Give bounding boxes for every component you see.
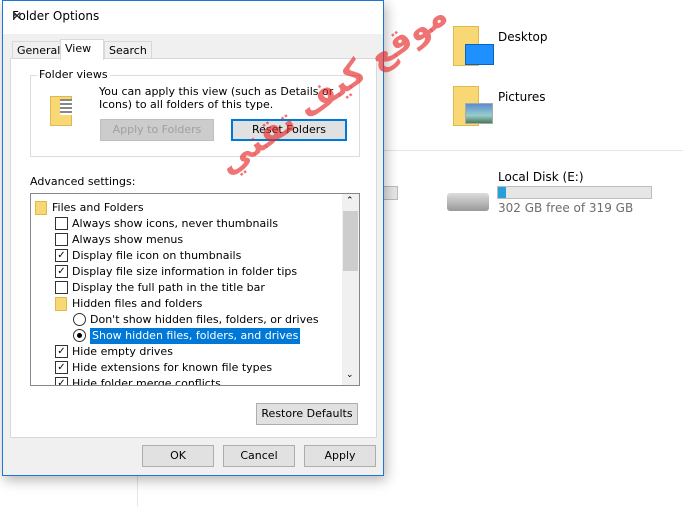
tab-general[interactable]: General: [12, 41, 66, 59]
tab-search[interactable]: Search: [104, 41, 152, 59]
scrollbar[interactable]: ⌃ ⌄: [342, 194, 359, 385]
scroll-up-icon[interactable]: ⌃: [346, 196, 354, 206]
list-item-label: Hide folder merge conflicts: [72, 377, 221, 386]
divider: [383, 150, 683, 151]
checkbox[interactable]: ✓: [55, 345, 68, 358]
checkbox[interactable]: ✓: [55, 361, 68, 374]
folder-views-group: Folder views You can apply this view (su…: [30, 68, 360, 157]
list-item-label: Hidden files and folders: [72, 297, 203, 310]
restore-defaults-button[interactable]: Restore Defaults: [256, 403, 358, 425]
scroll-down-icon[interactable]: ⌄: [346, 370, 354, 380]
checkbox[interactable]: [55, 217, 68, 230]
divider: [137, 474, 138, 506]
drive-status: 302 GB free of 319 GB: [498, 201, 634, 215]
radio-button[interactable]: [73, 313, 86, 326]
checkbox[interactable]: [55, 281, 68, 294]
radio-button[interactable]: [73, 329, 86, 342]
list-item-label: Hide extensions for known file types: [72, 361, 273, 374]
checkbox[interactable]: ✓: [55, 265, 68, 278]
folder-views-icon: [50, 96, 72, 126]
list-item-label: Files and Folders: [52, 201, 144, 214]
folder-options-dialog: Folder Options ✕ General View Search Fold…: [2, 0, 384, 476]
folder-icon: [55, 297, 67, 311]
reset-folders-button[interactable]: Reset Folders: [231, 119, 347, 141]
checkbox[interactable]: ✓: [55, 377, 68, 385]
list-item-label: Hide empty drives: [72, 345, 173, 358]
list-item-label: Don't show hidden files, folders, or dri…: [90, 313, 319, 326]
partial-drive-bar: [383, 186, 398, 200]
list-item-label: Display file size information in folder …: [72, 265, 298, 278]
scrollbar-thumb[interactable]: [343, 211, 358, 271]
pictures-folder-icon[interactable]: [453, 86, 493, 126]
tab-view[interactable]: View: [60, 39, 104, 60]
close-icon[interactable]: ✕: [12, 9, 375, 23]
apply-to-folders-button[interactable]: Apply to Folders: [100, 119, 214, 141]
drive-usage-bar: [497, 186, 652, 199]
list-item-label: Always show icons, never thumbnails: [72, 217, 279, 230]
list-item-label: Display the full path in the title bar: [72, 281, 265, 294]
drive-label[interactable]: Local Disk (E:): [498, 170, 584, 184]
list-item-label: Display file icon on thumbnails: [72, 249, 242, 262]
desktop-folder-icon[interactable]: [453, 26, 494, 66]
view-tab-panel: Folder views You can apply this view (su…: [10, 58, 377, 438]
cancel-button[interactable]: Cancel: [223, 445, 295, 467]
folder-icon: [35, 201, 47, 215]
folder-views-label: Folder views: [37, 68, 110, 81]
advanced-settings-label: Advanced settings:: [30, 175, 136, 188]
list-item-label: Always show menus: [72, 233, 184, 246]
apply-button[interactable]: Apply: [304, 445, 376, 467]
list-item-label: Show hidden files, folders, and drives: [90, 328, 301, 344]
desktop-label[interactable]: Desktop: [498, 30, 548, 44]
ok-button[interactable]: OK: [142, 445, 214, 467]
checkbox[interactable]: ✓: [55, 249, 68, 262]
drive-icon: [447, 193, 489, 211]
title-bar: Folder Options ✕: [3, 1, 383, 34]
folder-views-description: You can apply this view (such as Details…: [99, 85, 334, 111]
checkbox[interactable]: [55, 233, 68, 246]
advanced-settings-list[interactable]: ✓ Hide folder merge conflicts ✓ Hide extens…: [30, 193, 360, 386]
pictures-label[interactable]: Pictures: [498, 90, 546, 104]
